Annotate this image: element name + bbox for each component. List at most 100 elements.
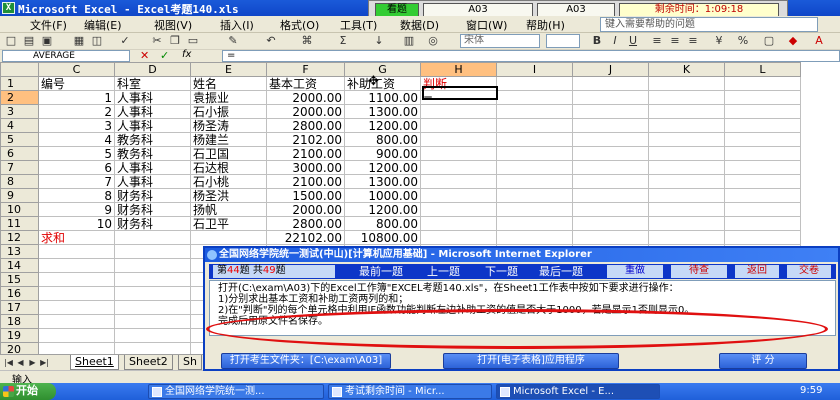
cell[interactable] <box>648 146 725 161</box>
cell[interactable] <box>114 342 191 354</box>
cell[interactable] <box>648 90 725 105</box>
cell[interactable] <box>420 132 497 147</box>
cell[interactable] <box>420 160 497 175</box>
menu-tools[interactable]: 工具(T) <box>340 17 377 33</box>
row-header-15[interactable]: 15 <box>0 272 39 287</box>
cell[interactable]: 教务科 <box>114 146 191 161</box>
view-question-button[interactable]: 看题 <box>375 3 419 17</box>
cell[interactable]: 1200.00 <box>344 202 421 217</box>
cell[interactable] <box>114 314 191 329</box>
spelling-icon[interactable]: ✓ <box>118 34 132 48</box>
cell[interactable] <box>724 104 801 119</box>
first-question-button[interactable]: 最前一题 <box>359 265 403 278</box>
cell[interactable] <box>114 272 191 287</box>
cell[interactable]: 2000.00 <box>266 90 345 105</box>
task-exam-browser[interactable]: 全国网络学院统一测... <box>148 384 324 399</box>
cell[interactable]: 2 <box>38 104 115 119</box>
cell[interactable]: 9 <box>38 202 115 217</box>
cut-icon[interactable]: ✂ <box>150 34 164 48</box>
menu-help[interactable]: 帮助(H) <box>526 17 565 33</box>
print-icon[interactable]: ▦ <box>72 34 86 48</box>
cell[interactable]: 袁振业 <box>190 90 267 105</box>
last-sheet-icon[interactable]: ▶| <box>39 357 50 368</box>
cell[interactable] <box>420 146 497 161</box>
active-cell-h2[interactable] <box>422 86 498 100</box>
fill-color-icon[interactable]: ◆ <box>786 34 800 48</box>
menu-file[interactable]: 文件(F) <box>30 17 67 33</box>
cell[interactable] <box>496 188 573 203</box>
formula-input[interactable]: = <box>222 50 840 62</box>
cell[interactable] <box>724 216 801 231</box>
cell[interactable] <box>496 146 573 161</box>
autosum-icon[interactable]: Σ <box>336 34 350 48</box>
cell[interactable]: 900.00 <box>344 146 421 161</box>
cell[interactable] <box>724 76 801 91</box>
cell[interactable]: 2800.00 <box>266 216 345 231</box>
cell[interactable] <box>38 328 115 343</box>
cell[interactable]: 补助工资 <box>344 76 421 91</box>
cell[interactable] <box>572 132 649 147</box>
menu-format[interactable]: 格式(O) <box>280 17 319 33</box>
format-painter-icon[interactable]: ✎ <box>226 34 240 48</box>
chart-wizard-icon[interactable]: ▥ <box>402 34 416 48</box>
cell[interactable]: 石卫平 <box>190 216 267 231</box>
insert-function-icon[interactable]: fx <box>182 49 191 60</box>
cell[interactable] <box>496 160 573 175</box>
row-header-3[interactable]: 3 <box>0 104 39 119</box>
cell[interactable]: 人事科 <box>114 160 191 175</box>
row-header-4[interactable]: 4 <box>0 118 39 133</box>
prev-question-button[interactable]: 上一题 <box>427 265 460 278</box>
cell[interactable]: 科室 <box>114 76 191 91</box>
cell[interactable] <box>38 272 115 287</box>
cell[interactable]: 2100.00 <box>266 146 345 161</box>
cell[interactable] <box>572 216 649 231</box>
row-header-10[interactable]: 10 <box>0 202 39 217</box>
zoom-icon[interactable]: ◎ <box>426 34 440 48</box>
cell[interactable]: 人事科 <box>114 174 191 189</box>
cell[interactable]: 教务科 <box>114 132 191 147</box>
row-header-12[interactable]: 12 <box>0 230 39 245</box>
next-sheet-icon[interactable]: ▶ <box>27 357 38 368</box>
cell[interactable]: 编号 <box>38 76 115 91</box>
font-size-select[interactable] <box>546 34 580 48</box>
column-header-d[interactable]: D <box>114 62 191 77</box>
cell[interactable] <box>114 244 191 259</box>
cell[interactable]: 1200.00 <box>344 160 421 175</box>
row-header-18[interactable]: 18 <box>0 314 39 329</box>
cell[interactable] <box>572 230 649 245</box>
currency-icon[interactable]: ¥ <box>712 34 726 48</box>
cell[interactable] <box>38 244 115 259</box>
cell[interactable] <box>496 90 573 105</box>
preview-icon[interactable]: ◫ <box>90 34 104 48</box>
row-header-19[interactable]: 19 <box>0 328 39 343</box>
cell[interactable] <box>648 174 725 189</box>
cell[interactable]: 8 <box>38 188 115 203</box>
cell[interactable]: 800.00 <box>344 132 421 147</box>
align-center-icon[interactable]: ≡ <box>668 34 682 48</box>
save-icon[interactable]: ▣ <box>40 34 54 48</box>
cell[interactable]: 杨圣涛 <box>190 118 267 133</box>
cell[interactable]: 2100.00 <box>266 174 345 189</box>
new-icon[interactable]: □ <box>4 34 18 48</box>
cell[interactable]: 财务科 <box>114 216 191 231</box>
cell[interactable]: 6 <box>38 160 115 175</box>
row-header-6[interactable]: 6 <box>0 146 39 161</box>
row-header-20[interactable]: 20 <box>0 342 39 354</box>
cell[interactable] <box>724 146 801 161</box>
cell[interactable]: 2000.00 <box>266 202 345 217</box>
cell[interactable] <box>572 160 649 175</box>
align-left-icon[interactable]: ≡ <box>650 34 664 48</box>
cell[interactable]: 姓名 <box>190 76 267 91</box>
cell[interactable]: 2102.00 <box>266 132 345 147</box>
cell[interactable]: 1500.00 <box>266 188 345 203</box>
underline-icon[interactable]: U <box>626 34 640 48</box>
cell[interactable] <box>724 118 801 133</box>
row-header-5[interactable]: 5 <box>0 132 39 147</box>
cell[interactable]: 1200.00 <box>344 118 421 133</box>
cell[interactable]: 5 <box>38 146 115 161</box>
cell[interactable] <box>190 230 267 245</box>
cell[interactable]: 1100.00 <box>344 90 421 105</box>
cell[interactable] <box>724 230 801 245</box>
menu-insert[interactable]: 插入(I) <box>220 17 254 33</box>
redo-button[interactable]: 重做 <box>607 265 663 278</box>
